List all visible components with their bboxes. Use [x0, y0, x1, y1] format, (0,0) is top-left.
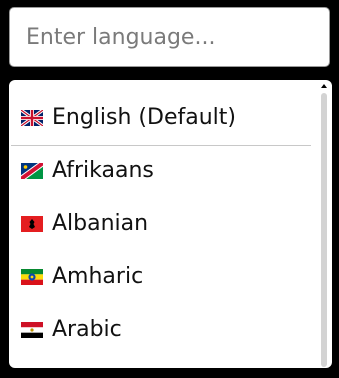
language-option-amharic[interactable]: Amharic	[9, 252, 319, 302]
language-option-label: Amharic	[52, 264, 144, 289]
uk-flag-icon	[21, 110, 43, 126]
search-box	[9, 7, 330, 67]
language-option-label: Arabic	[52, 317, 122, 342]
language-option-label: English (Default)	[52, 105, 236, 130]
egypt-flag-icon	[21, 322, 43, 338]
scroll-thumb[interactable]	[321, 93, 327, 367]
albania-flag-icon	[21, 216, 43, 232]
language-option-label: Albanian	[52, 211, 149, 236]
language-list: English (Default) Afrikaans Albanian Amh…	[9, 80, 319, 368]
vertical-scrollbar[interactable]	[321, 84, 327, 367]
language-dropdown: English (Default) Afrikaans Albanian Amh…	[9, 80, 332, 368]
namibia-flag-icon	[21, 163, 43, 179]
language-option-english[interactable]: English (Default)	[9, 93, 319, 143]
language-option-label: Afrikaans	[52, 158, 154, 183]
language-option-arabic[interactable]: Arabic	[9, 305, 319, 355]
language-option-afrikaans[interactable]: Afrikaans	[9, 146, 319, 196]
language-picker: English (Default) Afrikaans	[0, 0, 339, 378]
language-search-input[interactable]	[10, 8, 329, 66]
language-option-albanian[interactable]: Albanian	[9, 199, 319, 249]
ethiopia-flag-icon	[21, 269, 43, 285]
scroll-up-arrow-icon[interactable]	[321, 84, 327, 88]
